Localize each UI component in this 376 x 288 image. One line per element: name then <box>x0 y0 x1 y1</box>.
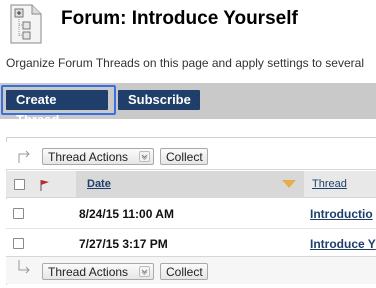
list-toolbar-bottom: Thread Actions Collect <box>6 256 376 284</box>
bend-arrow-icon <box>18 260 30 274</box>
thread-actions-label: Thread Actions <box>48 150 129 164</box>
thread-actions-label: Thread Actions <box>48 265 129 279</box>
flag-icon[interactable] <box>38 178 52 192</box>
collect-button[interactable]: Collect <box>160 263 208 280</box>
table-header: Date Thread <box>6 171 376 198</box>
subscribe-button[interactable]: Subscribe <box>118 90 200 110</box>
forum-icon <box>10 4 42 44</box>
date-column-header[interactable]: Date <box>76 171 304 197</box>
row-thread-link[interactable]: Introduce Y <box>310 237 376 251</box>
table-row: 8/24/15 11:00 AM Introductio <box>6 199 376 229</box>
thread-actions-dropdown[interactable]: Thread Actions <box>42 148 154 165</box>
select-all-checkbox[interactable] <box>14 179 25 190</box>
row-checkbox[interactable] <box>13 238 24 249</box>
chevron-down-icon <box>139 266 150 277</box>
row-date: 8/24/15 11:00 AM <box>79 207 174 221</box>
collect-button[interactable]: Collect <box>160 148 208 165</box>
list-toolbar-top: Thread Actions Collect <box>6 142 376 170</box>
page-title: Forum: Introduce Yourself <box>61 8 298 29</box>
sort-descending-icon <box>282 180 296 188</box>
table-row: 7/27/15 3:17 PM Introduce Y <box>6 229 376 259</box>
thread-actions-dropdown[interactable]: Thread Actions <box>42 263 154 280</box>
thread-column-header[interactable]: Thread <box>312 178 347 190</box>
row-date: 7/27/15 3:17 PM <box>79 237 168 251</box>
date-column-label[interactable]: Date <box>87 178 111 190</box>
create-thread-button[interactable]: Create Thread <box>6 90 108 127</box>
chevron-down-icon <box>139 151 150 162</box>
bend-arrow-icon <box>18 150 30 163</box>
row-checkbox[interactable] <box>13 208 24 219</box>
page-description: Organize Forum Threads on this page and … <box>6 56 364 70</box>
row-thread-link[interactable]: Introductio <box>310 207 373 221</box>
